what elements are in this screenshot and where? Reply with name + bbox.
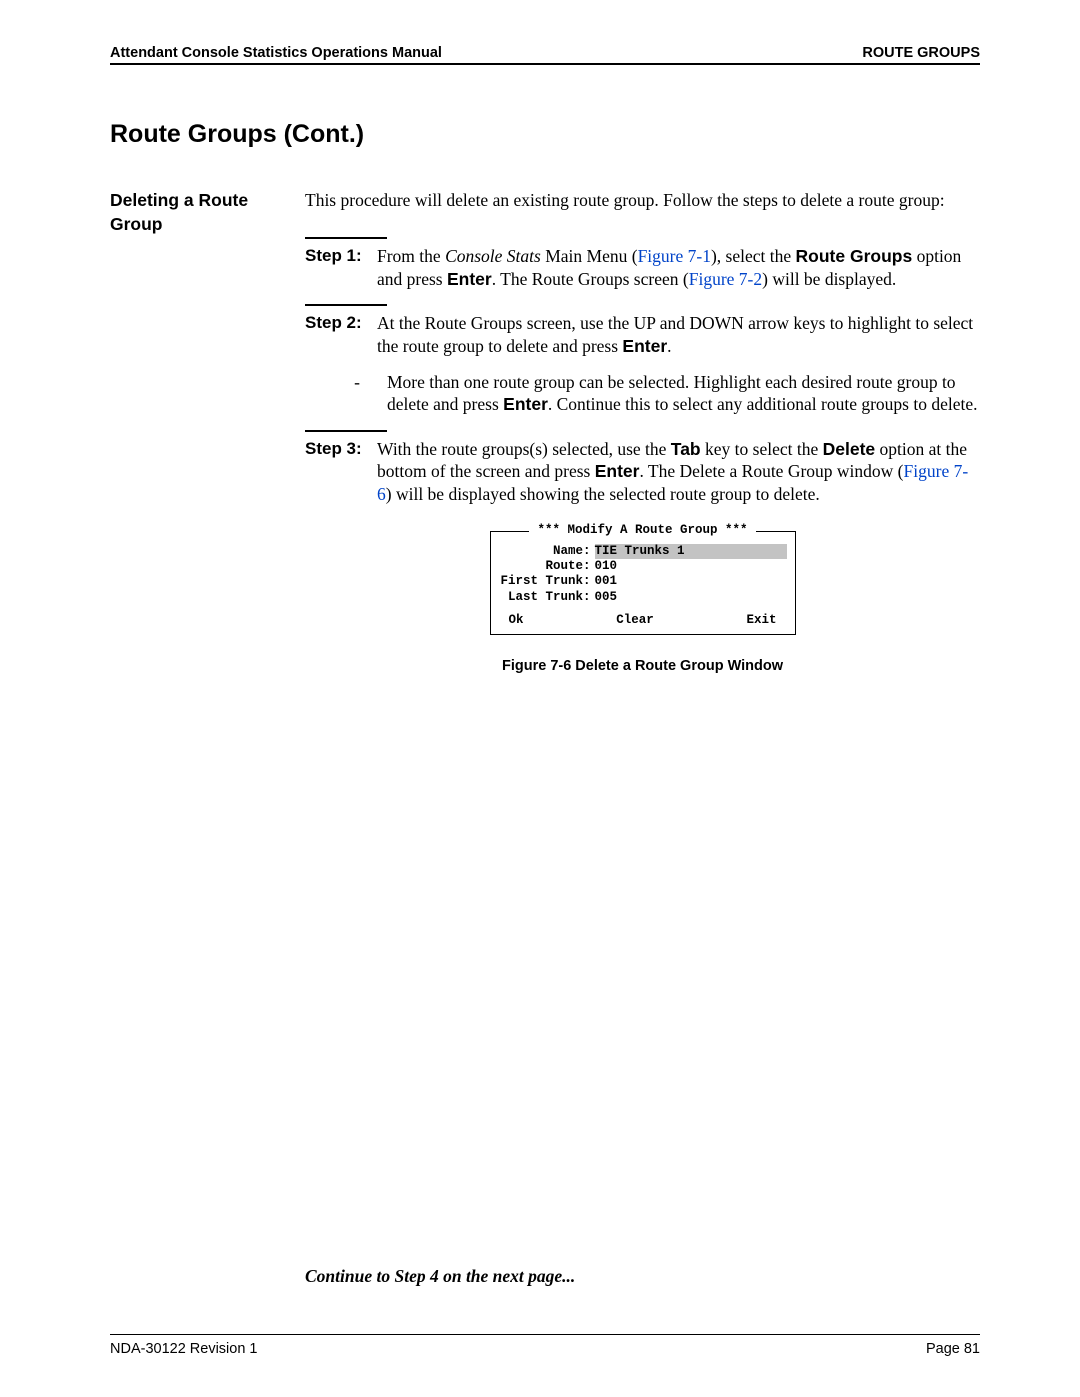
page: Attendant Console Statistics Operations …	[0, 0, 1080, 1397]
terminal-exit-button: Exit	[746, 613, 776, 628]
terminal-value: 010	[595, 559, 787, 574]
terminal-buttons: Ok Clear Exit	[499, 613, 787, 628]
terminal-title-text: *** Modify A Route Group ***	[529, 523, 755, 537]
terminal-window: *** Modify A Route Group *** Name: TIE T…	[490, 531, 796, 635]
header-right: ROUTE GROUPS	[862, 45, 980, 61]
text-bold: Delete	[823, 439, 876, 459]
text: At the Route Groups screen, use the UP a…	[377, 313, 973, 355]
text: ), select the	[711, 246, 796, 266]
content-columns: Deleting a Route Group This procedure wi…	[110, 189, 980, 676]
step-2-label: Step 2:	[305, 312, 377, 334]
figure-link[interactable]: Figure 7-2	[689, 269, 762, 289]
header-left: Attendant Console Statistics Operations …	[110, 45, 442, 61]
content-body: This procedure will delete an existing r…	[305, 189, 980, 676]
terminal-value-highlight: TIE Trunks 1	[595, 544, 787, 559]
continue-note: Continue to Step 4 on the next page...	[305, 1266, 575, 1287]
section-title: Route Groups (Cont.)	[110, 120, 980, 149]
step-3-body: With the route groups(s) selected, use t…	[377, 438, 980, 505]
text: . The Route Groups screen (	[492, 269, 689, 289]
text-bold: Enter	[503, 394, 548, 414]
step-rule	[305, 430, 387, 432]
step-2-bullet: - More than one route group can be selec…	[305, 371, 980, 416]
step-3-label: Step 3:	[305, 438, 377, 460]
terminal-ok-button: Ok	[509, 613, 524, 628]
terminal-value: 001	[595, 574, 787, 589]
figure-wrap: *** Modify A Route Group *** Name: TIE T…	[305, 531, 980, 635]
bullet-body: More than one route group can be selecte…	[377, 371, 980, 416]
text-bold: Enter	[595, 461, 640, 481]
subsection-title: Deleting a Route Group	[110, 189, 305, 236]
text: Main Menu (	[541, 246, 638, 266]
terminal-label: Route:	[499, 559, 595, 574]
text: ) will be displayed.	[762, 269, 896, 289]
page-footer: NDA-30122 Revision 1 Page 81	[110, 1334, 980, 1357]
terminal-fields: Name: TIE Trunks 1 Route: 010 First Trun…	[499, 544, 787, 605]
figure-caption: Figure 7-6 Delete a Route Group Window	[305, 657, 980, 676]
page-header: Attendant Console Statistics Operations …	[110, 45, 980, 65]
step-1: Step 1: From the Console Stats Main Menu…	[305, 245, 980, 290]
step-2-body: At the Route Groups screen, use the UP a…	[377, 312, 980, 357]
text-bold: Route Groups	[796, 246, 913, 266]
text-bold: Tab	[671, 439, 701, 459]
text: . Continue this to select any additional…	[548, 394, 978, 414]
bullet-dash: -	[337, 371, 377, 393]
step-2: Step 2: At the Route Groups screen, use …	[305, 312, 980, 357]
step-1-body: From the Console Stats Main Menu (Figure…	[377, 245, 980, 290]
terminal-label: First Trunk:	[499, 574, 595, 589]
step-1-label: Step 1:	[305, 245, 377, 267]
figure-link[interactable]: Figure 7-1	[638, 246, 711, 266]
footer-left: NDA-30122 Revision 1	[110, 1341, 258, 1357]
text: ) will be displayed showing the selected…	[386, 484, 820, 504]
step-3: Step 3: With the route groups(s) selecte…	[305, 438, 980, 505]
terminal-label: Last Trunk:	[499, 590, 595, 605]
text-bold: Enter	[447, 269, 492, 289]
text: .	[667, 336, 671, 356]
step-rule	[305, 237, 387, 239]
terminal-clear-button: Clear	[616, 613, 654, 628]
text: With the route groups(s) selected, use t…	[377, 439, 671, 459]
step-rule	[305, 304, 387, 306]
text: . The Delete a Route Group window (	[639, 461, 903, 481]
text-bold: Enter	[622, 336, 667, 356]
terminal-row-first: First Trunk: 001	[499, 574, 787, 589]
terminal-row-route: Route: 010	[499, 559, 787, 574]
terminal-row-last: Last Trunk: 005	[499, 590, 787, 605]
footer-right: Page 81	[926, 1341, 980, 1357]
terminal-row-name: Name: TIE Trunks 1	[499, 544, 787, 559]
text: From the	[377, 246, 445, 266]
text: key to select the	[701, 439, 823, 459]
intro-paragraph: This procedure will delete an existing r…	[305, 189, 980, 211]
terminal-label: Name:	[499, 544, 595, 559]
text-italic: Console Stats	[445, 246, 541, 266]
terminal-value: 005	[595, 590, 787, 605]
terminal-title: *** Modify A Route Group ***	[491, 523, 795, 538]
